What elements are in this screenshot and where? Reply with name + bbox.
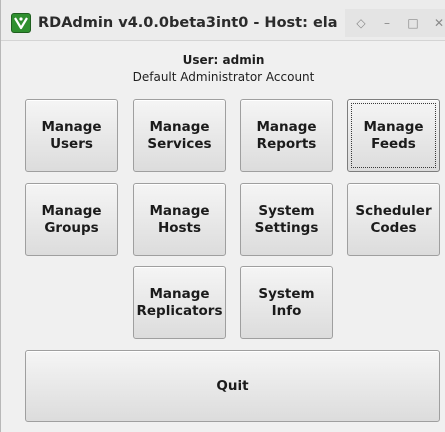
rdadmin-app-icon	[11, 13, 31, 33]
rdadmin-logo-icon	[14, 17, 28, 30]
manage-reports-button[interactable]: Manage Reports	[240, 99, 333, 172]
minimize-window-icon[interactable]: –	[377, 13, 397, 33]
title-bar[interactable]: RDAdmin v4.0.0beta3int0 - Host: ela ◇ – …	[1, 0, 445, 41]
maximize-window-icon[interactable]: □	[403, 13, 423, 33]
rdadmin-window: RDAdmin v4.0.0beta3int0 - Host: ela ◇ – …	[0, 0, 445, 432]
manage-users-button[interactable]: Manage Users	[25, 99, 118, 172]
manage-replicators-button[interactable]: Manage Replicators	[133, 266, 226, 339]
quit-button[interactable]: Quit	[25, 350, 440, 422]
manage-services-button[interactable]: Manage Services	[133, 99, 226, 172]
close-window-icon[interactable]: ✕	[429, 13, 445, 33]
manage-groups-button[interactable]: Manage Groups	[25, 183, 118, 256]
window-controls: ◇ – □ ✕	[345, 9, 445, 37]
current-user-label: User: admin	[182, 53, 265, 67]
user-description-label: Default Administrator Account	[132, 70, 315, 84]
manage-feeds-button[interactable]: Manage Feeds	[347, 99, 440, 172]
scheduler-codes-button[interactable]: Scheduler Codes	[347, 183, 440, 256]
shade-window-icon[interactable]: ◇	[351, 13, 371, 33]
manage-hosts-button[interactable]: Manage Hosts	[133, 183, 226, 256]
system-info-button[interactable]: System Info	[240, 266, 333, 339]
window-title: RDAdmin v4.0.0beta3int0 - Host: ela	[38, 15, 338, 31]
system-settings-button[interactable]: System Settings	[240, 183, 333, 256]
